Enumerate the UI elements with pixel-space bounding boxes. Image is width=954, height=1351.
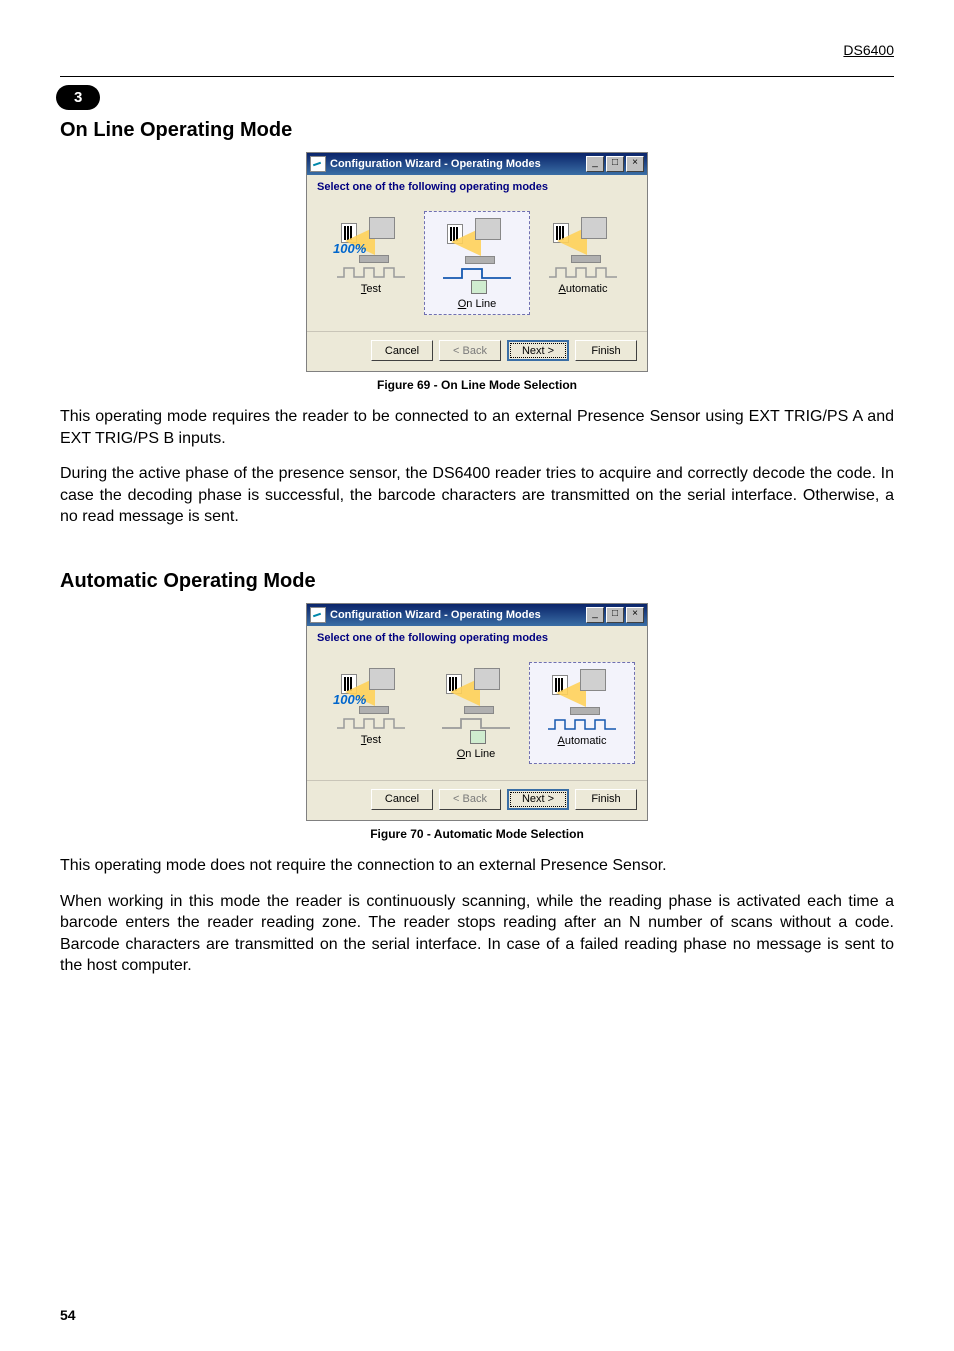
next-button[interactable]: Next >: [507, 340, 569, 361]
maximize-button[interactable]: □: [606, 156, 624, 172]
mode-label-test: Test: [321, 734, 421, 746]
test-percent: 100%: [333, 241, 366, 256]
cancel-button[interactable]: Cancel: [371, 789, 433, 810]
pulse-icon: [548, 265, 618, 279]
section1-para2: During the active phase of the presence …: [60, 463, 894, 528]
mode-option-test[interactable]: 100% Test: [319, 211, 423, 315]
wizard-title: Configuration Wizard - Operating Modes: [330, 158, 584, 170]
finish-button[interactable]: Finish: [575, 789, 637, 810]
finish-button[interactable]: Finish: [575, 340, 637, 361]
app-icon: [310, 156, 326, 172]
maximize-button[interactable]: □: [606, 607, 624, 623]
back-button[interactable]: < Back: [439, 789, 501, 810]
wizard-automatic: Configuration Wizard - Operating Modes _…: [306, 603, 648, 821]
section2-para1: This operating mode does not require the…: [60, 855, 894, 877]
mode-option-test[interactable]: 100% Test: [319, 662, 423, 764]
mode-option-automatic[interactable]: Automatic: [529, 662, 635, 764]
pulse-icon: [442, 266, 512, 280]
next-button[interactable]: Next >: [507, 789, 569, 810]
figure-70: Configuration Wizard - Operating Modes _…: [60, 603, 894, 841]
pulse-icon: [336, 716, 406, 730]
mode-label-online: On Line: [426, 748, 526, 760]
wizard-titlebar: Configuration Wizard - Operating Modes _…: [307, 604, 647, 626]
mode-label-automatic: Automatic: [532, 735, 632, 747]
section-automatic-title: Automatic Operating Mode: [60, 570, 894, 593]
app-icon: [310, 607, 326, 623]
wizard-title: Configuration Wizard - Operating Modes: [330, 609, 584, 621]
pulse-icon: [336, 265, 406, 279]
pulse-icon: [441, 716, 511, 730]
pulse-icon: [547, 717, 617, 731]
sensor-icon: [470, 730, 486, 744]
wizard-subtitle: Select one of the following operating mo…: [317, 632, 637, 644]
mode-label-automatic: Automatic: [533, 283, 633, 295]
mode-label-test: Test: [321, 283, 421, 295]
mode-option-online[interactable]: On Line: [424, 211, 530, 315]
section1-para1: This operating mode requires the reader …: [60, 406, 894, 449]
back-button[interactable]: < Back: [439, 340, 501, 361]
cancel-button[interactable]: Cancel: [371, 340, 433, 361]
section-online-title: On Line Operating Mode: [60, 119, 894, 142]
wizard-online: Configuration Wizard - Operating Modes _…: [306, 152, 648, 372]
mode-label-online: On Line: [427, 298, 527, 310]
chapter-badge: 3: [56, 85, 100, 110]
mode-option-automatic[interactable]: Automatic: [531, 211, 635, 315]
mode-option-online[interactable]: On Line: [424, 662, 528, 764]
close-button[interactable]: ×: [626, 156, 644, 172]
test-percent: 100%: [333, 692, 366, 707]
wizard-titlebar: Configuration Wizard - Operating Modes _…: [307, 153, 647, 175]
figure-69: Configuration Wizard - Operating Modes _…: [60, 152, 894, 392]
doc-model: DS6400: [843, 42, 894, 58]
minimize-button[interactable]: _: [586, 607, 604, 623]
minimize-button[interactable]: _: [586, 156, 604, 172]
header-rule: 3: [60, 76, 894, 77]
page-number: 54: [60, 1307, 76, 1323]
sensor-icon: [471, 280, 487, 294]
section2-para2: When working in this mode the reader is …: [60, 891, 894, 977]
close-button[interactable]: ×: [626, 607, 644, 623]
wizard-subtitle: Select one of the following operating mo…: [317, 181, 637, 193]
figure-70-caption: Figure 70 - Automatic Mode Selection: [60, 827, 894, 841]
figure-69-caption: Figure 69 - On Line Mode Selection: [60, 378, 894, 392]
